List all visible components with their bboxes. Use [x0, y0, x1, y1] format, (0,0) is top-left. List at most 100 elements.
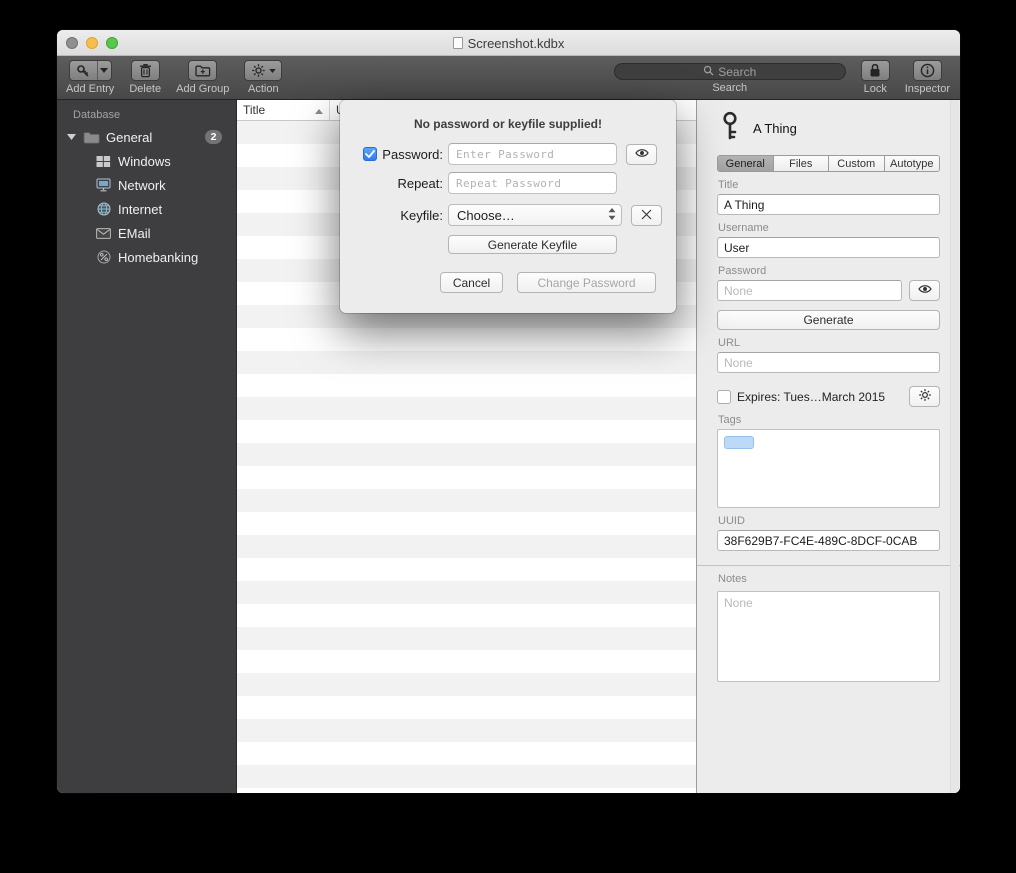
- keyfile-popup[interactable]: Choose…: [448, 204, 622, 226]
- windows-icon: [95, 153, 112, 170]
- tab-autotype[interactable]: Autotype: [885, 156, 940, 171]
- app-window: Screenshot.kdbx Add Entry: [57, 30, 960, 793]
- cancel-button[interactable]: Cancel: [440, 272, 503, 293]
- title-field[interactable]: [717, 194, 940, 215]
- dialog-show-password-button[interactable]: [626, 144, 657, 165]
- delete-button[interactable]: [131, 60, 160, 81]
- chevron-down-icon: [269, 69, 276, 73]
- password-field-label: Password: [718, 265, 940, 277]
- coin-icon: [95, 249, 112, 266]
- add-entry-button[interactable]: [69, 60, 112, 81]
- window-title: Screenshot.kdbx: [57, 30, 960, 56]
- inspector-label: Inspector: [905, 83, 950, 95]
- popup-stepper-icon: [607, 207, 617, 224]
- eye-icon: [917, 283, 933, 298]
- lock-icon: [869, 63, 881, 78]
- dialog-repeat-input[interactable]: [448, 172, 617, 194]
- notes-label: Notes: [718, 573, 940, 585]
- uuid-label: UUID: [718, 515, 940, 527]
- sidebar-item-network[interactable]: Network: [57, 173, 236, 197]
- inspector-toolbar-item: Inspector: [905, 60, 950, 95]
- clear-keyfile-button[interactable]: [631, 205, 662, 226]
- action-toolbar-item: Action: [244, 60, 282, 95]
- username-field[interactable]: [717, 237, 940, 258]
- show-password-button[interactable]: [909, 280, 940, 301]
- search-icon: [703, 65, 714, 79]
- window-title-text: Screenshot.kdbx: [468, 36, 565, 51]
- search-input[interactable]: Search: [614, 63, 846, 80]
- search-toolbar-item: Search Search: [614, 63, 846, 94]
- password-field[interactable]: [717, 280, 902, 301]
- username-field-label: Username: [718, 222, 940, 234]
- add-entry-label: Add Entry: [66, 83, 114, 95]
- gear-icon: [918, 388, 932, 405]
- key-icon: [719, 111, 741, 146]
- lock-label: Lock: [864, 83, 887, 95]
- disclosure-triangle-icon[interactable]: [65, 134, 77, 140]
- tab-files[interactable]: Files: [774, 156, 830, 171]
- change-password-dialog: No password or keyfile supplied! Passwor…: [340, 100, 676, 313]
- sidebar-item-windows[interactable]: Windows: [57, 149, 236, 173]
- minimize-button[interactable]: [86, 37, 98, 49]
- sidebar-item-email[interactable]: EMail: [57, 221, 236, 245]
- search-placeholder: Search: [718, 65, 756, 79]
- lock-button[interactable]: [861, 60, 890, 81]
- document-icon: [453, 37, 463, 49]
- tags-box[interactable]: [717, 429, 940, 508]
- sidebar-item-label: General: [106, 130, 205, 145]
- add-group-toolbar-item: Add Group: [176, 60, 229, 95]
- password-checkbox[interactable]: [363, 147, 377, 161]
- zoom-button[interactable]: [106, 37, 118, 49]
- key-plus-icon: [70, 61, 98, 80]
- action-button[interactable]: [244, 60, 282, 81]
- close-button[interactable]: [66, 37, 78, 49]
- sidebar-item-homebanking[interactable]: Homebanking: [57, 245, 236, 269]
- tag-token[interactable]: [724, 436, 754, 449]
- notes-field[interactable]: [717, 591, 940, 682]
- envelope-icon: [95, 225, 112, 242]
- change-password-button[interactable]: Change Password: [517, 272, 656, 293]
- generate-keyfile-button[interactable]: Generate Keyfile: [448, 235, 617, 254]
- keyfile-popup-value: Choose…: [457, 208, 607, 223]
- add-entry-toolbar-item: Add Entry: [66, 60, 114, 95]
- entry-title: A Thing: [753, 121, 797, 136]
- lock-toolbar-item: Lock: [861, 60, 890, 95]
- dialog-password-input[interactable]: [448, 143, 617, 165]
- chevron-down-icon[interactable]: [98, 61, 111, 80]
- uuid-field[interactable]: [717, 530, 940, 551]
- column-header-title[interactable]: Title: [237, 100, 330, 120]
- tags-label: Tags: [718, 414, 940, 426]
- inspector-button[interactable]: [913, 60, 942, 81]
- traffic-lights: [66, 37, 118, 49]
- dialog-password-label: Password:: [382, 147, 443, 162]
- tab-general[interactable]: General: [718, 156, 774, 171]
- trash-icon: [139, 63, 152, 78]
- dialog-repeat-label: Repeat:: [397, 176, 443, 191]
- sidebar-item-internet[interactable]: Internet: [57, 197, 236, 221]
- expires-checkbox[interactable]: [717, 390, 731, 404]
- info-icon: [920, 63, 935, 78]
- dialog-message: No password or keyfile supplied!: [340, 117, 676, 131]
- sidebar-item-label: Network: [118, 178, 236, 193]
- inspector-scrollbar[interactable]: [950, 100, 959, 793]
- inspector-tabs: General Files Custom Autotype: [717, 155, 940, 172]
- eye-icon: [634, 147, 650, 162]
- sidebar-item-general[interactable]: General 2: [57, 125, 236, 149]
- tab-custom[interactable]: Custom: [829, 156, 885, 171]
- generate-password-button[interactable]: Generate: [717, 310, 940, 330]
- sidebar: Database General 2 Windows: [57, 100, 237, 793]
- inspector-panel: A Thing General Files Custom Autotype Ti…: [696, 100, 960, 793]
- url-field[interactable]: [717, 352, 940, 373]
- add-group-button[interactable]: [188, 60, 217, 81]
- title-field-label: Title: [718, 179, 940, 191]
- close-x-icon: [641, 208, 652, 223]
- search-label: Search: [712, 82, 747, 94]
- delete-label: Delete: [129, 83, 161, 95]
- globe-icon: [95, 201, 112, 218]
- add-group-label: Add Group: [176, 83, 229, 95]
- monitor-icon: [95, 177, 112, 194]
- expires-settings-button[interactable]: [909, 386, 940, 407]
- sort-ascending-icon: [315, 103, 323, 117]
- url-field-label: URL: [718, 337, 940, 349]
- inspector-header: A Thing: [719, 111, 940, 146]
